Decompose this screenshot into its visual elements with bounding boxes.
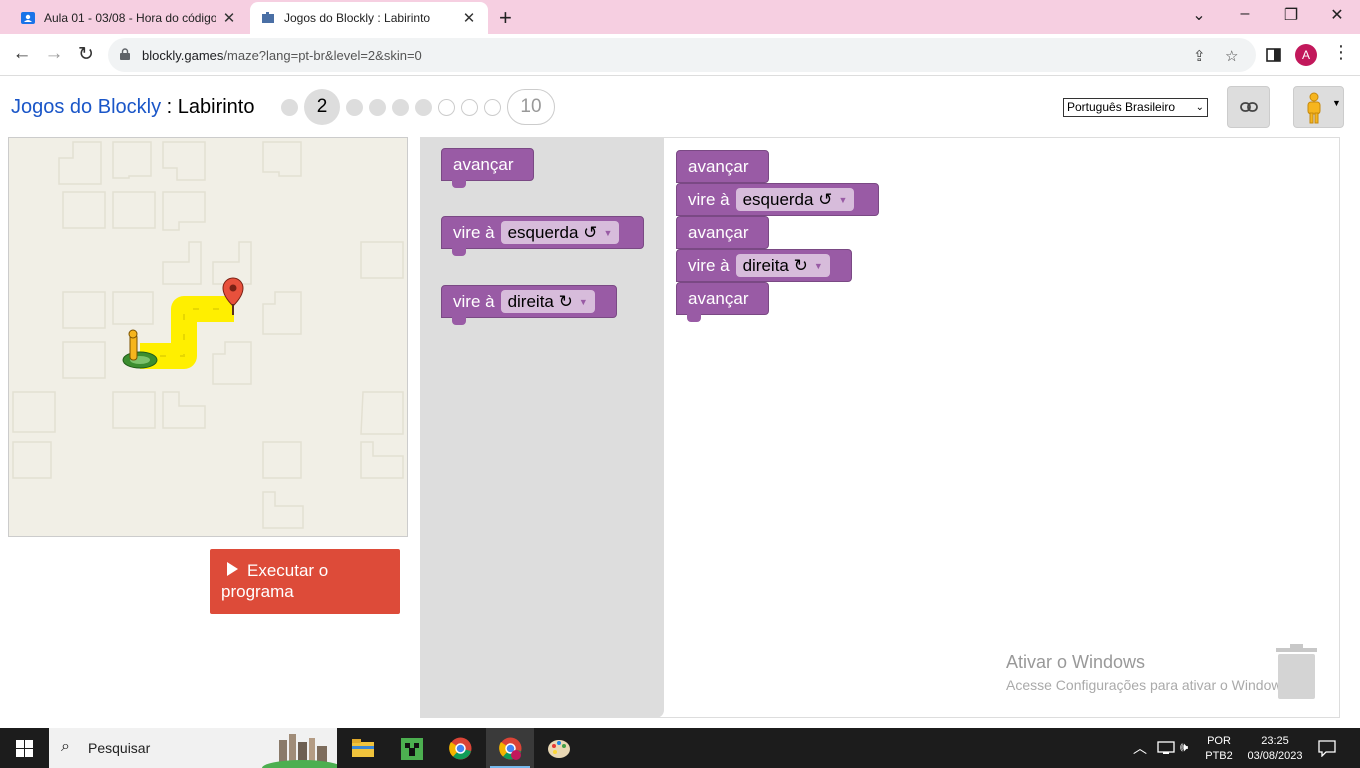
more-menu-icon[interactable]: ⋮ [1332,42,1350,63]
start-marker [122,351,158,369]
windows-start-icon[interactable] [16,740,33,757]
level-8-dot[interactable] [461,98,478,116]
turn-direction-dropdown[interactable]: direita ↻ ▼ [735,254,830,277]
program-block-turn-right[interactable]: vire à direita ↻ ▼ [676,249,852,282]
share-icon[interactable]: ⇪ [1193,47,1206,65]
network-icon[interactable] [1157,741,1175,755]
pegman-icon [1307,92,1321,124]
level-4-dot[interactable] [369,98,386,116]
page-title: Jogos do Blockly : Labirinto [11,96,254,119]
url-bar[interactable]: blockly.games/maze?lang=pt-br&level=2&sk… [108,38,1256,72]
select-arrow-icon: ⌄ [1195,102,1204,113]
forward-arrow-icon[interactable]: → [41,43,67,65]
link-icon [1240,102,1258,112]
title-separator: : [161,96,178,118]
tray-chevron-icon[interactable]: ︿ [1133,738,1147,758]
level-selector: 2 10 [281,89,555,125]
turn-direction-dropdown[interactable]: esquerda ↺ ▼ [735,188,855,211]
maze-path [140,296,234,369]
play-icon [227,562,238,576]
folder-icon [352,739,374,757]
lock-icon [120,48,130,60]
side-panel-icon[interactable] [1266,48,1281,62]
turn-direction-dropdown[interactable]: direita ↻ ▼ [500,290,595,313]
toolbox-block-move-forward[interactable]: avançar [441,148,534,188]
pegman-player [128,329,138,361]
paint-palette-icon [548,740,570,758]
minecraft-taskbar[interactable] [387,728,435,768]
restore-icon[interactable]: ❐ [1271,5,1311,25]
level-7-dot[interactable] [438,98,455,116]
level-6-dot[interactable] [415,98,432,116]
chrome-taskbar[interactable] [436,728,484,768]
block-toolbox: avançar vire à esquerda ↺ ▼ vire à direita … [421,138,664,718]
browser-tab-strip: Aula 01 - 03/08 - Hora do código ✕ Jogos… [0,0,1360,34]
tab-close-icon[interactable]: ✕ [220,9,238,27]
activation-watermark-subtitle: Acesse Configurações para ativar o Windo… [1006,677,1293,693]
language-select[interactable]: Português Brasileiro ⌄ [1063,98,1208,117]
minimize-icon[interactable]: – [1225,5,1265,23]
keyboard-language[interactable]: POR PTB2 [1202,734,1236,764]
search-icon: ⌕ [61,738,70,755]
tab-title: Aula 01 - 03/08 - Hora do código [44,11,216,25]
blockly-workspace[interactable]: avançar vire à esquerda ↺ ▼ vire à direita … [420,137,1340,718]
paint-taskbar[interactable] [535,728,583,768]
maze-background-tiles [12,141,404,529]
back-arrow-icon[interactable]: ← [9,43,35,65]
chrome-icon [449,737,472,760]
maze-canvas [12,141,404,529]
bookmark-star-icon[interactable]: ☆ [1225,47,1238,65]
tab-blockly[interactable]: Jogos do Blockly : Labirinto ✕ [250,2,488,34]
game-name: Labirinto [177,96,255,118]
program-block-move-forward[interactable]: avançar [676,150,769,183]
classroom-icon [21,12,35,24]
windows-taskbar: ⌕ Pesquisar ︿ 🕪 POR PTB2 23:25 03/08/202… [0,728,1360,768]
trash-can-icon[interactable] [1275,644,1318,699]
level-1-dot[interactable] [281,98,298,116]
run-program-button[interactable]: Executar o programa [210,549,400,614]
toolbox-block-turn-right[interactable]: vire à direita ↻ ▼ [441,285,617,325]
url-text: blockly.games/maze?lang=pt-br&level=2&sk… [142,48,422,63]
tab-search-chevron-icon[interactable]: ⌄ [1179,5,1219,25]
address-toolbar: ← → ↻ blockly.games/maze?lang=pt-br&leve… [0,34,1360,76]
chrome-icon [499,737,522,760]
level-9-dot[interactable] [484,98,501,116]
tab-title: Jogos do Blockly : Labirinto [284,11,431,25]
clock[interactable]: 23:25 03/08/2023 [1238,734,1312,764]
level-5-dot[interactable] [392,98,409,116]
file-explorer-taskbar[interactable] [338,728,386,768]
program-block-turn-left[interactable]: vire à esquerda ↺ ▼ [676,183,879,216]
notification-icon[interactable] [1318,740,1336,757]
pegman-button[interactable]: ▼ [1293,86,1344,128]
tab-aula[interactable]: Aula 01 - 03/08 - Hora do código ✕ [8,2,248,34]
search-highlight-city-icon [262,734,337,768]
link-button[interactable] [1227,86,1270,128]
activation-watermark-title: Ativar o Windows [1006,652,1146,672]
turn-direction-dropdown[interactable]: esquerda ↺ ▼ [500,221,620,244]
level-3-dot[interactable] [346,98,363,116]
minecraft-creeper-icon [401,738,423,760]
new-tab-icon[interactable]: + [499,5,512,31]
maze-board [8,137,408,537]
reload-icon[interactable]: ↻ [73,43,99,66]
dropdown-caret-icon: ▼ [1332,98,1341,108]
taskbar-search[interactable]: ⌕ Pesquisar [49,728,337,768]
program-block-move-forward[interactable]: avançar [676,216,769,249]
home-link[interactable]: Jogos do Blockly [11,96,161,118]
toolbox-block-turn-left[interactable]: vire à esquerda ↺ ▼ [441,216,644,256]
puzzle-piece-icon [262,12,274,23]
window-close-icon[interactable]: ✕ [1317,5,1357,25]
tab-close-icon[interactable]: ✕ [460,9,478,27]
profile-avatar[interactable]: A [1295,44,1317,66]
current-level-badge[interactable]: 2 [304,89,340,125]
volume-icon[interactable]: 🕪 [1180,739,1188,755]
chrome-profile-taskbar[interactable] [486,728,534,768]
last-level-badge[interactable]: 10 [507,89,555,125]
program-block-move-forward[interactable]: avançar [676,282,769,322]
